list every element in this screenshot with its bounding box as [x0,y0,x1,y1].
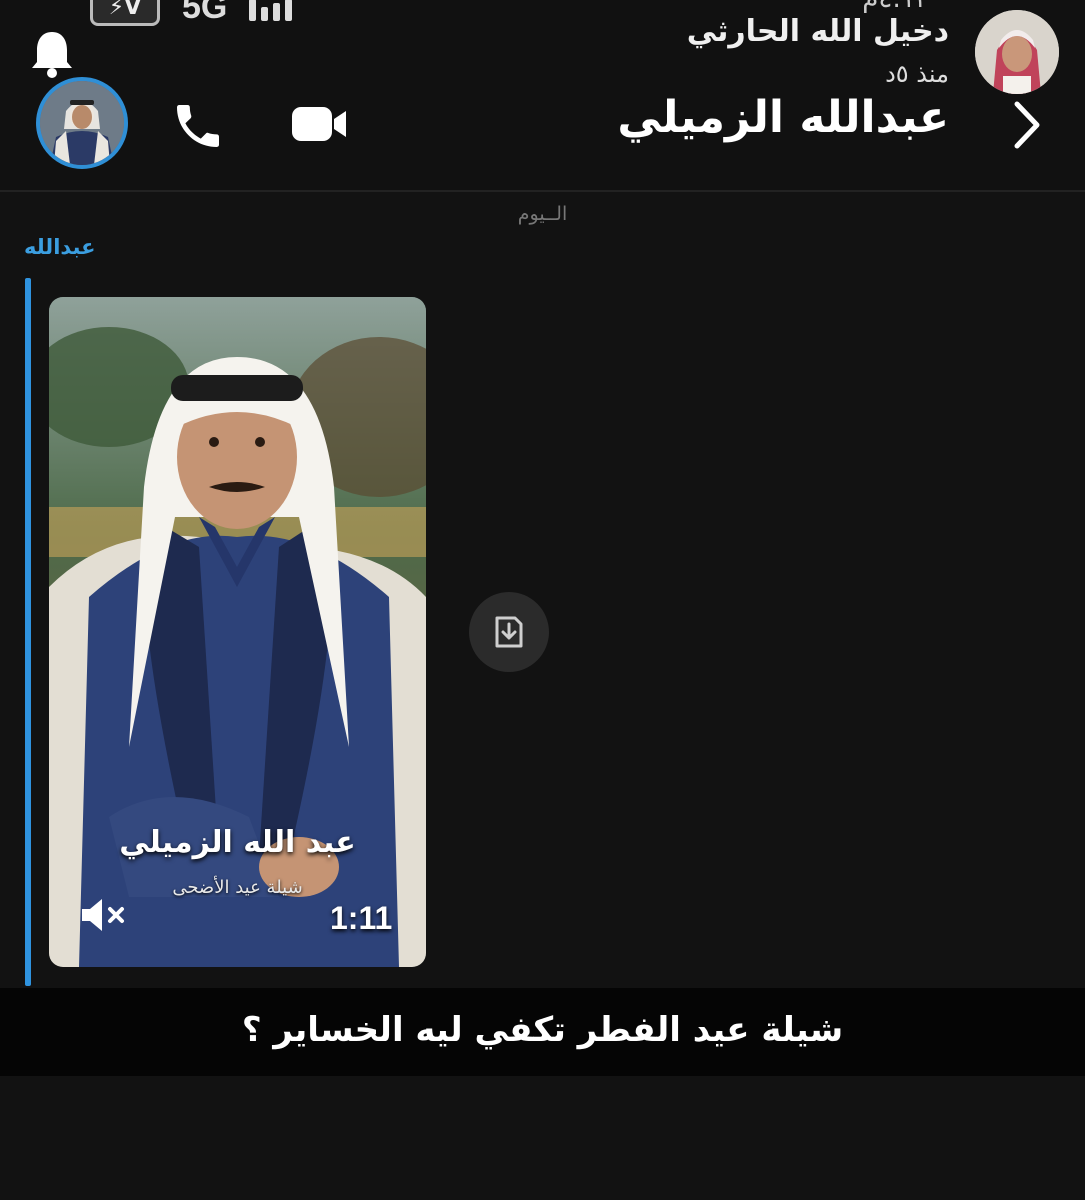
video-call-icon[interactable] [290,103,350,149]
story-time: ٤:١٢م [862,0,929,14]
sender-name: عبدالله [24,235,96,259]
header-divider [0,190,1085,192]
network-type: 5G [182,0,228,26]
video-overlay-title: عبد الله الزميلي [119,825,356,860]
story-timestamp: منذ ٥د [885,60,949,88]
save-message-icon[interactable] [469,592,549,672]
signal-icon [249,0,293,21]
story-username[interactable]: دخيل الله الحارثي [687,14,949,49]
status-bar: ⚡V 5G [90,0,293,27]
video-duration: 1:11 [330,900,393,936]
back-chevron-icon[interactable] [1011,100,1041,154]
battery-icon: ⚡V [90,0,160,26]
video-message[interactable]: عبد الله الزميلي شيلة عيد الأضحى 1:11 [49,297,426,967]
contact-name[interactable]: عبدالله الزميلي [617,92,949,143]
story-avatar[interactable] [975,10,1059,94]
bell-icon[interactable] [28,28,76,84]
date-separator: الــيوم [517,203,568,225]
top-bar: ⚡V 5G ٤:١٢م دخيل الله الحارثي منذ ٥د [0,0,1085,190]
video-thumbnail [49,297,426,967]
phone-icon[interactable] [170,98,226,158]
contact-avatar[interactable] [36,77,128,169]
caption-text: شيلة عيد الفطر تكفي ليه الخساير ؟ [241,1010,844,1050]
message-accent-bar [25,278,31,986]
